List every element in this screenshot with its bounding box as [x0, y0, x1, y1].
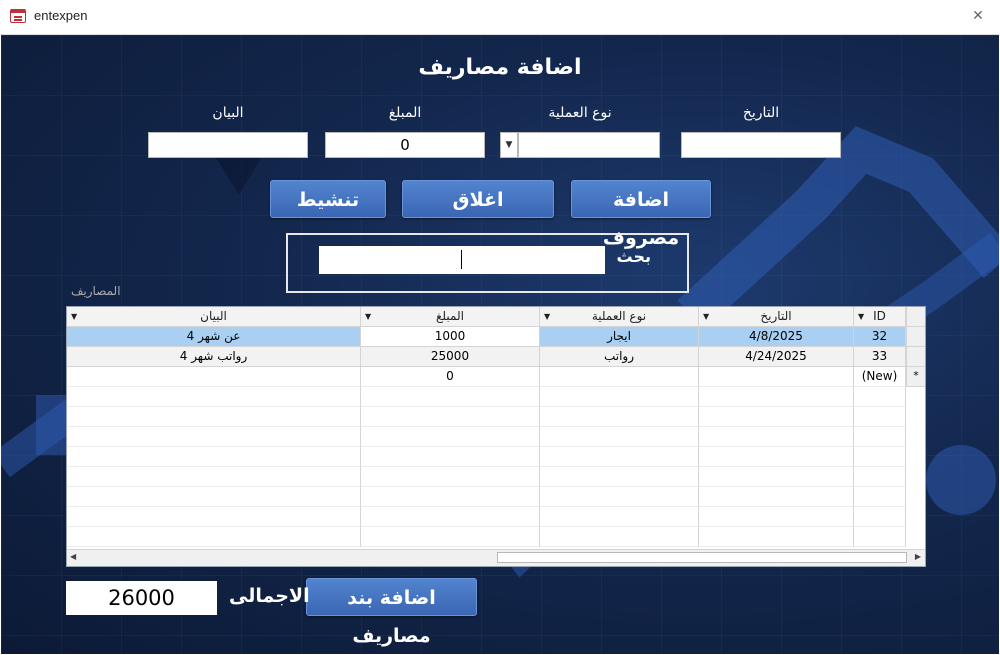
sort-dropdown-icon[interactable]: ▼	[71, 307, 77, 326]
cell-date[interactable]: 4/24/2025	[699, 347, 854, 367]
new-record-asterisk-icon[interactable]: *	[906, 367, 925, 387]
op-type-combo[interactable]	[518, 132, 660, 158]
empty-row	[67, 407, 925, 427]
row-selector[interactable]	[906, 327, 925, 347]
expenses-datasheet[interactable]: ▼ البيان ▼ المبلغ ▼ نوع العملية ▼ التاريخ ▼ I…	[66, 306, 926, 567]
cell-amount[interactable]: 1000	[361, 327, 540, 347]
text-caret	[461, 250, 462, 269]
amount-label: المبلغ	[388, 105, 422, 121]
empty-row	[67, 487, 925, 507]
op-type-label: نوع العملية	[548, 105, 612, 121]
window-title: entexpen	[34, 8, 88, 23]
add-expense-button[interactable]: اضافة مصروف	[571, 180, 711, 249]
empty-row	[67, 387, 925, 407]
amount-field[interactable]: 0	[325, 132, 485, 158]
scroll-left-icon[interactable]: ◀	[70, 552, 76, 561]
table-row[interactable]: رواتب شهر 4 25000 رواتب 4/24/2025 33	[67, 347, 925, 367]
cell-type[interactable]	[540, 367, 699, 387]
close-button[interactable]: اغلاق	[402, 180, 554, 218]
cell-description[interactable]: رواتب شهر 4	[67, 347, 361, 367]
cell-date[interactable]	[699, 367, 854, 387]
column-header-date[interactable]: ▼ التاريخ	[699, 307, 854, 327]
empty-row	[67, 527, 925, 547]
empty-row	[67, 507, 925, 527]
row-selector[interactable]	[906, 347, 925, 367]
form-icon	[10, 9, 26, 23]
empty-row	[67, 467, 925, 487]
cell-description[interactable]: عن شهر 4	[67, 327, 361, 347]
sort-dropdown-icon[interactable]: ▼	[858, 307, 864, 326]
refresh-button[interactable]: تنشيط	[270, 180, 386, 218]
form-title: اضافة مصاريف	[418, 55, 582, 80]
table-row[interactable]: عن شهر 4 1000 ايجار 4/8/2025 32	[67, 327, 925, 347]
date-field[interactable]	[681, 132, 841, 158]
scroll-right-icon[interactable]: ▶	[915, 552, 921, 561]
column-header-type[interactable]: ▼ نوع العملية	[540, 307, 699, 327]
date-label: التاريخ	[742, 105, 780, 121]
expenses-section-label: المصاريف	[71, 284, 121, 298]
search-input[interactable]	[319, 246, 605, 274]
form-canvas: اضافة مصاريف التاريخ نوع العملية المبلغ …	[1, 35, 999, 654]
new-record-row[interactable]: 0 (New) *	[67, 367, 925, 387]
empty-row	[67, 427, 925, 447]
title-bar: entexpen ✕	[0, 0, 1000, 35]
app-window: entexpen ✕ اضافة مصاريف التاريخ نوع العم…	[0, 0, 1000, 655]
sort-dropdown-icon[interactable]: ▼	[365, 307, 371, 326]
sort-dropdown-icon[interactable]: ▼	[544, 307, 550, 326]
column-header-id[interactable]: ▼ ID	[854, 307, 906, 327]
horizontal-scrollbar[interactable]: ◀ ▶	[67, 549, 925, 566]
sort-dropdown-icon[interactable]: ▼	[703, 307, 709, 326]
empty-row	[67, 447, 925, 467]
cell-amount[interactable]: 25000	[361, 347, 540, 367]
cell-type[interactable]: رواتب	[540, 347, 699, 367]
description-label: البيان	[212, 105, 244, 121]
chevron-down-icon[interactable]: ▼	[500, 132, 518, 158]
column-header-description[interactable]: ▼ البيان	[67, 307, 361, 327]
scroll-thumb[interactable]	[497, 552, 907, 563]
grid-header-row: ▼ البيان ▼ المبلغ ▼ نوع العملية ▼ التاريخ ▼ I…	[67, 307, 925, 327]
total-label: الاجمالى	[229, 585, 310, 607]
cell-date[interactable]: 4/8/2025	[699, 327, 854, 347]
cell-id[interactable]: (New)	[854, 367, 906, 387]
cell-type[interactable]: ايجار	[540, 327, 699, 347]
column-header-amount[interactable]: ▼ المبلغ	[361, 307, 540, 327]
select-all-corner[interactable]	[906, 307, 925, 327]
search-panel: بحث	[286, 233, 689, 293]
cell-id[interactable]: 32	[854, 327, 906, 347]
cell-description[interactable]	[67, 367, 361, 387]
search-label: بحث	[616, 247, 651, 266]
description-field[interactable]	[148, 132, 308, 158]
close-window-button[interactable]: ✕	[964, 4, 992, 28]
add-expense-item-button[interactable]: اضافة بند مصاريف	[306, 578, 477, 647]
cell-id[interactable]: 33	[854, 347, 906, 367]
total-value-field: 26000	[66, 581, 217, 615]
cell-amount[interactable]: 0	[361, 367, 540, 387]
